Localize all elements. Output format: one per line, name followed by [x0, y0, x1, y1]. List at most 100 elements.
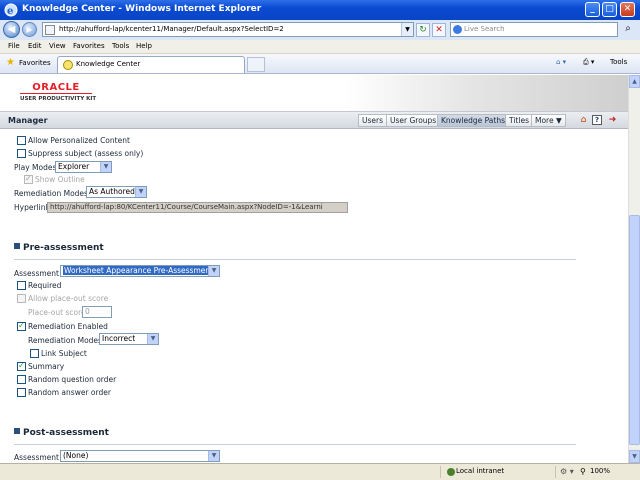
summary-label: Summary [28, 362, 65, 371]
status-bar: Local intranet ⚙ ▾ ⚲ 100% [0, 463, 640, 480]
protected-mode-icon[interactable]: ⚙ ▾ [560, 467, 574, 476]
window-title: Knowledge Center - Windows Internet Expl… [22, 4, 262, 14]
logout-icon[interactable]: ➜ [607, 115, 618, 126]
address-field[interactable]: http://ahufford-lap/kcenter11/Manager/De… [42, 22, 414, 37]
chevron-down-icon: ▼ [100, 162, 111, 172]
chevron-down-icon: ▼ [147, 334, 158, 344]
zoom-icon[interactable]: ⚲ [580, 467, 586, 476]
summary-checkbox[interactable] [17, 361, 26, 371]
address-dropdown-icon[interactable]: ▼ [401, 23, 413, 36]
menu-bar: File Edit View Favorites Tools Help [0, 40, 640, 54]
post-assessment-title: Post-assessment [23, 428, 109, 438]
tab-favicon [63, 60, 73, 70]
remediation-enabled-label: Remediation Enabled [28, 322, 108, 331]
forward-button[interactable]: ▶ [22, 22, 37, 37]
print-icon[interactable]: ⎙ ▾ [583, 58, 594, 67]
chevron-down-icon: ▼ [208, 451, 219, 461]
home-icon[interactable]: ⌂ [578, 115, 589, 126]
page-content: ORACLE USER PRODUCTIVITY KIT Manager Use… [0, 75, 628, 463]
link-subject-checkbox[interactable] [30, 349, 39, 358]
hyperlink-label: Hyperlink [14, 203, 50, 212]
minimize-button[interactable]: _ [585, 2, 600, 17]
placeout-score-label: Place-out score [28, 308, 86, 317]
logo-word: ORACLE [20, 82, 92, 94]
post-assessment-label: Assessment [14, 453, 59, 462]
tab-titles[interactable]: Titles [505, 114, 533, 127]
menu-favorites[interactable]: Favorites [73, 42, 105, 50]
chevron-down-icon: ▼ [135, 187, 146, 197]
link-subject-label: Link Subject [41, 349, 87, 358]
suppress-subject-checkbox[interactable] [17, 149, 26, 158]
address-url[interactable]: http://ahufford-lap/kcenter11/Manager/De… [59, 25, 284, 33]
allow-placeout-checkbox[interactable] [17, 294, 26, 303]
back-button[interactable]: ◀ [3, 21, 20, 38]
collapse-icon[interactable] [14, 243, 20, 249]
menu-help[interactable]: Help [136, 42, 152, 50]
collapse-icon[interactable] [14, 428, 20, 434]
required-checkbox[interactable] [17, 281, 26, 290]
brand-header: ORACLE USER PRODUCTIVITY KIT [0, 75, 628, 111]
manager-toolbar: Manager Users User Groups Knowledge Path… [0, 111, 628, 129]
show-outline-checkbox[interactable] [24, 174, 33, 184]
browser-tab[interactable]: Knowledge Center [57, 56, 245, 73]
placeout-score-input[interactable]: 0 [82, 306, 112, 318]
allow-personalized-checkbox[interactable] [17, 136, 26, 145]
remediation-enabled-checkbox[interactable] [17, 321, 26, 331]
refresh-button[interactable]: ↻ [416, 23, 430, 37]
pre-remediation-modes-select[interactable]: Incorrect ▼ [99, 333, 159, 345]
menu-file[interactable]: File [8, 42, 20, 50]
new-tab-button[interactable] [247, 57, 265, 72]
show-outline-label: Show Outline [35, 175, 85, 184]
menu-tools[interactable]: Tools [112, 42, 129, 50]
maximize-button[interactable]: □ [602, 2, 617, 17]
chevron-down-icon: ▼ [208, 266, 219, 276]
scroll-down-icon[interactable]: ▼ [629, 450, 640, 463]
allow-personalized-label: Allow Personalized Content [28, 136, 130, 145]
random-answer-label: Random answer order [28, 388, 111, 397]
pre-assessment-value: Worksheet Appearance Pre-Assessment [63, 266, 215, 275]
tools-menu-button[interactable]: Tools [610, 58, 627, 66]
close-button[interactable]: ✕ [620, 2, 635, 17]
play-modes-value: Explorer [58, 162, 90, 171]
pre-remediation-modes-value: Incorrect [102, 334, 136, 343]
zoom-level[interactable]: 100% [590, 467, 610, 475]
tab-users[interactable]: Users [358, 114, 388, 127]
pre-assessment-select[interactable]: Worksheet Appearance Pre-Assessment ▼ [60, 265, 220, 277]
remediation-modes-select[interactable]: As Authored ▼ [86, 186, 147, 198]
favorites-button[interactable]: Favorites [19, 59, 51, 67]
search-placeholder: Live Search [464, 25, 505, 33]
search-input[interactable]: Live Search [450, 22, 618, 37]
address-toolbar: ◀ ▶ http://ahufford-lap/kcenter11/Manage… [0, 20, 640, 40]
play-modes-select[interactable]: Explorer ▼ [55, 161, 112, 173]
intranet-zone-icon [447, 468, 455, 476]
security-zone-label: Local intranet [456, 467, 505, 475]
back-arrow-icon: ◀ [7, 24, 16, 35]
tab-more[interactable]: More ▼ [531, 114, 566, 127]
allow-placeout-label: Allow place-out score [28, 294, 109, 303]
tab-user-groups[interactable]: User Groups [386, 114, 441, 127]
stop-button[interactable]: ✕ [432, 23, 446, 37]
post-assessment-select[interactable]: (None) ▼ [60, 450, 220, 462]
scroll-up-icon[interactable]: ▲ [629, 75, 640, 88]
hyperlink-field[interactable]: http://ahufford-lap:80/KCenter11/Course/… [47, 202, 348, 213]
post-assessment-heading[interactable]: Post-assessment [14, 428, 109, 438]
favorites-star-icon[interactable]: ★ [6, 57, 15, 68]
page-icon [45, 25, 55, 35]
manager-title: Manager [8, 116, 48, 125]
menu-edit[interactable]: Edit [28, 42, 42, 50]
help-icon[interactable]: ? [592, 115, 602, 125]
section-divider [14, 259, 576, 260]
status-divider [440, 466, 441, 478]
scrollbar-thumb[interactable] [629, 215, 640, 445]
logo-subtitle: USER PRODUCTIVITY KIT [20, 96, 97, 102]
tab-knowledge-paths[interactable]: Knowledge Paths [437, 114, 509, 127]
home-page-icon[interactable]: ⌂ ▾ [556, 58, 566, 66]
vertical-scrollbar[interactable]: ▲ ▼ [628, 75, 640, 463]
random-question-checkbox[interactable] [17, 375, 26, 384]
pre-assessment-heading[interactable]: Pre-assessment [14, 243, 104, 253]
forward-arrow-icon: ▶ [26, 25, 33, 34]
search-icon[interactable]: ⌕ [620, 23, 636, 37]
menu-view[interactable]: View [49, 42, 66, 50]
remediation-modes-value: As Authored [89, 187, 135, 196]
random-answer-checkbox[interactable] [17, 388, 26, 397]
